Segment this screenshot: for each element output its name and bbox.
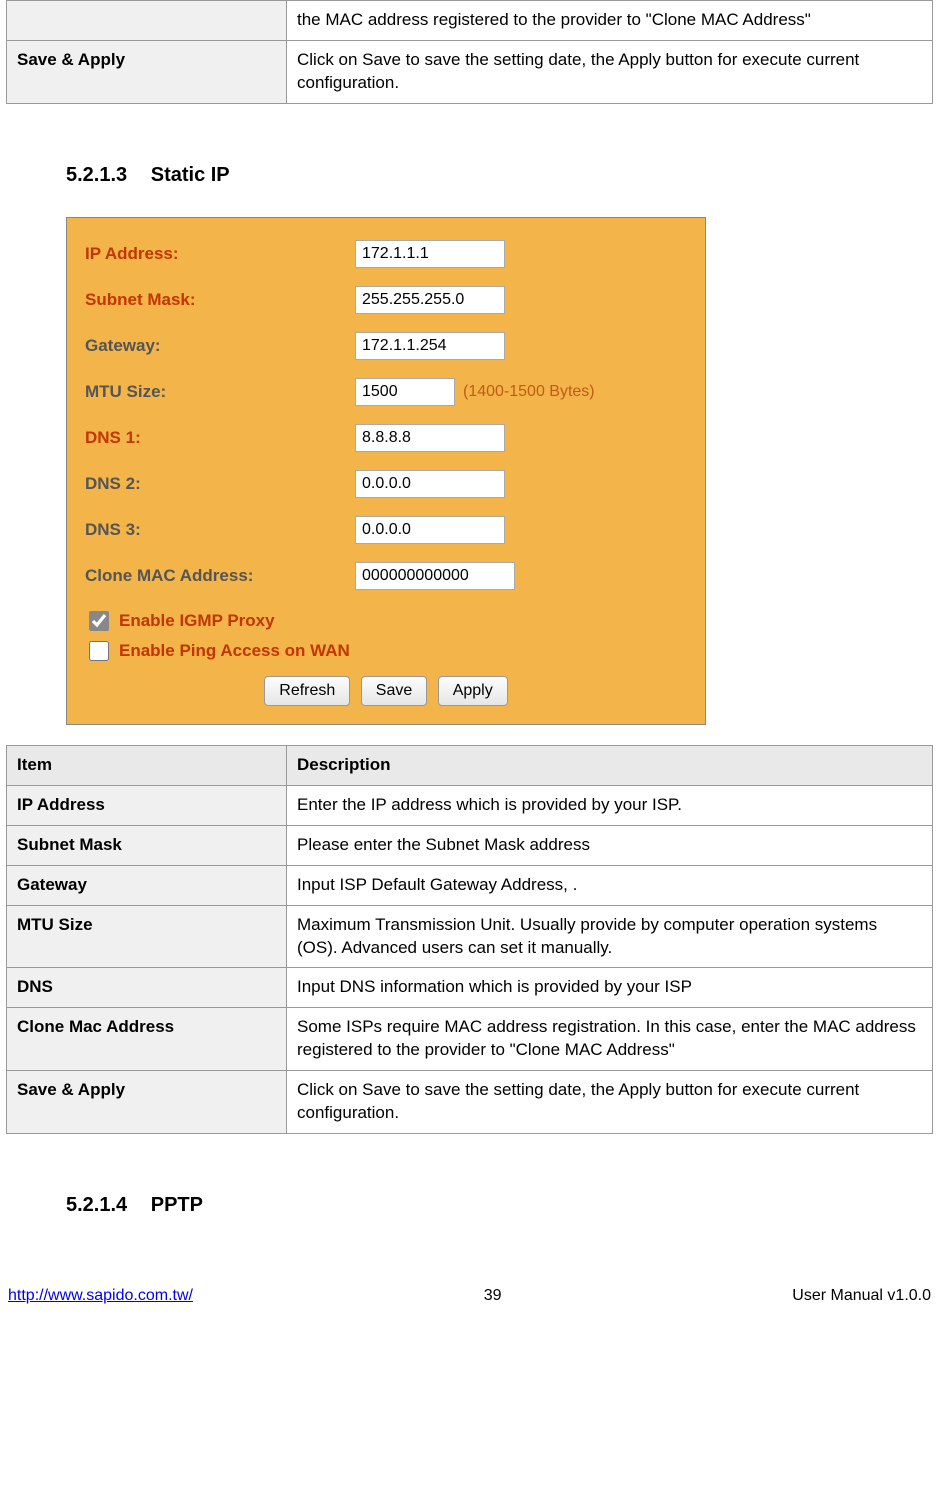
desc-cell: Some ISPs require MAC address registrati… — [287, 1008, 933, 1071]
section-title: Static IP — [151, 164, 230, 186]
table-row: Save & Apply Click on Save to save the s… — [7, 1071, 933, 1134]
footer-version: User Manual v1.0.0 — [792, 1287, 931, 1305]
refresh-button[interactable]: Refresh — [264, 676, 350, 706]
mtu-size-input[interactable] — [355, 378, 455, 406]
gateway-input[interactable] — [355, 332, 505, 360]
desc-cell: Click on Save to save the setting date, … — [287, 1071, 933, 1134]
table-row: MTU Size Maximum Transmission Unit. Usua… — [7, 905, 933, 968]
table-row: Save & Apply Click on Save to save the s… — [7, 40, 933, 103]
page-footer: http://www.sapido.com.tw/ 39 User Manual… — [6, 1287, 933, 1315]
section-number: 5.2.1.3 — [66, 164, 127, 186]
section-number: 5.2.1.4 — [66, 1194, 127, 1216]
desc-cell: Input DNS information which is provided … — [287, 968, 933, 1008]
section-heading-pptp: 5.2.1.4 PPTP — [66, 1194, 933, 1217]
table-header-item: Item — [7, 745, 287, 785]
item-cell: MTU Size — [7, 905, 287, 968]
desc-cell: Click on Save to save the setting date, … — [287, 40, 933, 103]
table-row: DNS Input DNS information which is provi… — [7, 968, 933, 1008]
save-button[interactable]: Save — [361, 676, 427, 706]
dns1-label: DNS 1: — [85, 428, 355, 448]
table-row: Clone Mac Address Some ISPs require MAC … — [7, 1008, 933, 1071]
subnet-mask-label: Subnet Mask: — [85, 290, 355, 310]
ip-address-input[interactable] — [355, 240, 505, 268]
desc-cell: Input ISP Default Gateway Address, . — [287, 865, 933, 905]
subnet-mask-input[interactable] — [355, 286, 505, 314]
mtu-size-label: MTU Size: — [85, 382, 355, 402]
table-row: IP Address Enter the IP address which is… — [7, 785, 933, 825]
dns2-label: DNS 2: — [85, 474, 355, 494]
clone-mac-input[interactable] — [355, 562, 515, 590]
enable-ping-checkbox[interactable] — [89, 641, 109, 661]
dns1-input[interactable] — [355, 424, 505, 452]
gateway-label: Gateway: — [85, 336, 355, 356]
static-ip-config-panel: IP Address: Subnet Mask: Gateway: MTU Si… — [66, 217, 706, 725]
top-partial-table: the MAC address registered to the provid… — [6, 0, 933, 104]
dns2-input[interactable] — [355, 470, 505, 498]
enable-ping-label: Enable Ping Access on WAN — [119, 641, 350, 661]
table-row: Subnet Mask Please enter the Subnet Mask… — [7, 825, 933, 865]
page-number: 39 — [484, 1287, 502, 1305]
enable-igmp-label: Enable IGMP Proxy — [119, 611, 275, 631]
apply-button[interactable]: Apply — [438, 676, 508, 706]
item-cell: IP Address — [7, 785, 287, 825]
static-ip-description-table: Item Description IP Address Enter the IP… — [6, 745, 933, 1134]
desc-cell: Please enter the Subnet Mask address — [287, 825, 933, 865]
item-cell: Save & Apply — [7, 1071, 287, 1134]
footer-url-link[interactable]: http://www.sapido.com.tw/ — [8, 1287, 193, 1305]
dns3-input[interactable] — [355, 516, 505, 544]
section-title: PPTP — [151, 1194, 203, 1216]
table-header-desc: Description — [287, 745, 933, 785]
desc-cell: Enter the IP address which is provided b… — [287, 785, 933, 825]
table-row: the MAC address registered to the provid… — [7, 1, 933, 41]
section-heading-static-ip: 5.2.1.3 Static IP — [66, 164, 933, 187]
enable-igmp-checkbox[interactable] — [89, 611, 109, 631]
mtu-size-hint: (1400-1500 Bytes) — [463, 383, 595, 401]
item-cell: Gateway — [7, 865, 287, 905]
item-cell: Clone Mac Address — [7, 1008, 287, 1071]
clone-mac-label: Clone MAC Address: — [85, 566, 355, 586]
desc-cell: Maximum Transmission Unit. Usually provi… — [287, 905, 933, 968]
item-cell: Save & Apply — [7, 40, 287, 103]
item-cell — [7, 1, 287, 41]
ip-address-label: IP Address: — [85, 244, 355, 264]
table-row: Gateway Input ISP Default Gateway Addres… — [7, 865, 933, 905]
desc-cell: the MAC address registered to the provid… — [287, 1, 933, 41]
item-cell: Subnet Mask — [7, 825, 287, 865]
item-cell: DNS — [7, 968, 287, 1008]
dns3-label: DNS 3: — [85, 520, 355, 540]
